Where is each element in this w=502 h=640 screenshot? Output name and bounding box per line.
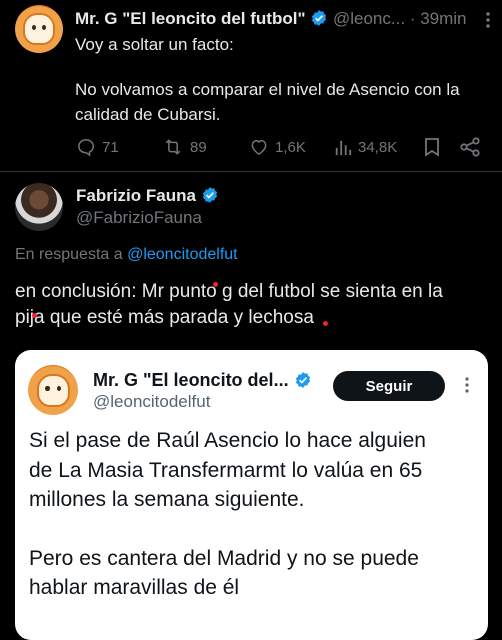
tweet2-author-name[interactable]: Fabrizio Fauna (76, 186, 196, 205)
quote-handle[interactable]: @leoncitodelfut (93, 392, 210, 412)
reply-icon (78, 139, 95, 157)
reply-button[interactable]: 71 (76, 137, 119, 157)
verified-badge-icon (312, 10, 327, 26)
red-dot-3 (323, 321, 328, 326)
heart-icon (251, 139, 267, 155)
lion-face-icon (36, 373, 70, 407)
red-dot-1 (213, 282, 218, 287)
quote-text-line3: millones la semana siguiente. (29, 488, 305, 511)
verified-badge-icon (202, 187, 217, 203)
bookmark-icon (425, 138, 439, 157)
quote-text-line5: hablar maravillas de él (29, 576, 240, 599)
quote-text-line1: Si el pase de Raúl Asencio lo hace algui… (29, 429, 426, 452)
reply-to-link[interactable]: @leoncitodelfut (127, 246, 238, 263)
follow-button[interactable]: Seguir (333, 371, 445, 401)
tweet1-text-line1: Voy a soltar un facto: (75, 35, 234, 54)
views-count: 34,8K (358, 138, 398, 156)
quote-text-line2: de La Masia Transfermarmt lo valúa en 65 (29, 459, 423, 482)
share-icon (460, 137, 480, 157)
red-dot-2 (32, 313, 37, 318)
share-button[interactable] (459, 137, 481, 162)
reply-context: En respuesta a @leoncitodelfut (15, 246, 238, 264)
tweet1-author-name[interactable]: Mr. G "El leoncito del futbol" (75, 9, 306, 28)
quote-more-options-icon[interactable] (462, 375, 472, 400)
tweet1-text-line3: calidad de Cubarsi. (75, 105, 221, 124)
tweet2-header: Fabrizio Fauna (76, 186, 219, 206)
like-count: 1,6K (275, 138, 306, 156)
tweet1-handle[interactable]: @leonc... (333, 9, 405, 28)
tweet2-handle[interactable]: @FabrizioFauna (76, 208, 202, 228)
more-options-icon[interactable] (480, 10, 496, 30)
tweet1-text-line2: No volvamos a comparar el nivel de Asenc… (75, 80, 460, 99)
tweet2-text-line1: en conclusión: Mr punto g del futbol se … (15, 281, 443, 302)
quote-text-line4: Pero es cantera del Madrid y no se puede (29, 547, 419, 570)
like-button[interactable]: 1,6K (249, 137, 306, 157)
retweet-count: 89 (190, 138, 207, 156)
quote-header: Mr. G "El leoncito del... (93, 370, 312, 391)
analytics-icon (335, 140, 352, 156)
quote-avatar[interactable] (28, 365, 78, 415)
retweet-button[interactable]: 89 (162, 137, 207, 157)
tweet1-separator: · (409, 9, 416, 28)
divider (0, 171, 502, 172)
avatar-leoncito[interactable] (15, 5, 63, 53)
bookmark-button[interactable] (424, 137, 440, 162)
tweet1-time[interactable]: 39min (420, 9, 466, 28)
retweet-icon (165, 139, 181, 155)
lion-face-icon (23, 13, 55, 45)
avatar-fabrizio[interactable] (15, 183, 63, 231)
reply-count: 71 (102, 138, 119, 156)
quote-author-name[interactable]: Mr. G "El leoncito del... (93, 370, 289, 390)
reply-prefix: En respuesta a (15, 246, 123, 263)
views-button[interactable]: 34,8K (334, 137, 397, 157)
tweet2-text-line2: pija que esté más parada y lechosa (15, 307, 314, 328)
tweet1-header: Mr. G "El leoncito del futbol" @leonc...… (75, 9, 495, 31)
verified-badge-icon (295, 372, 310, 388)
